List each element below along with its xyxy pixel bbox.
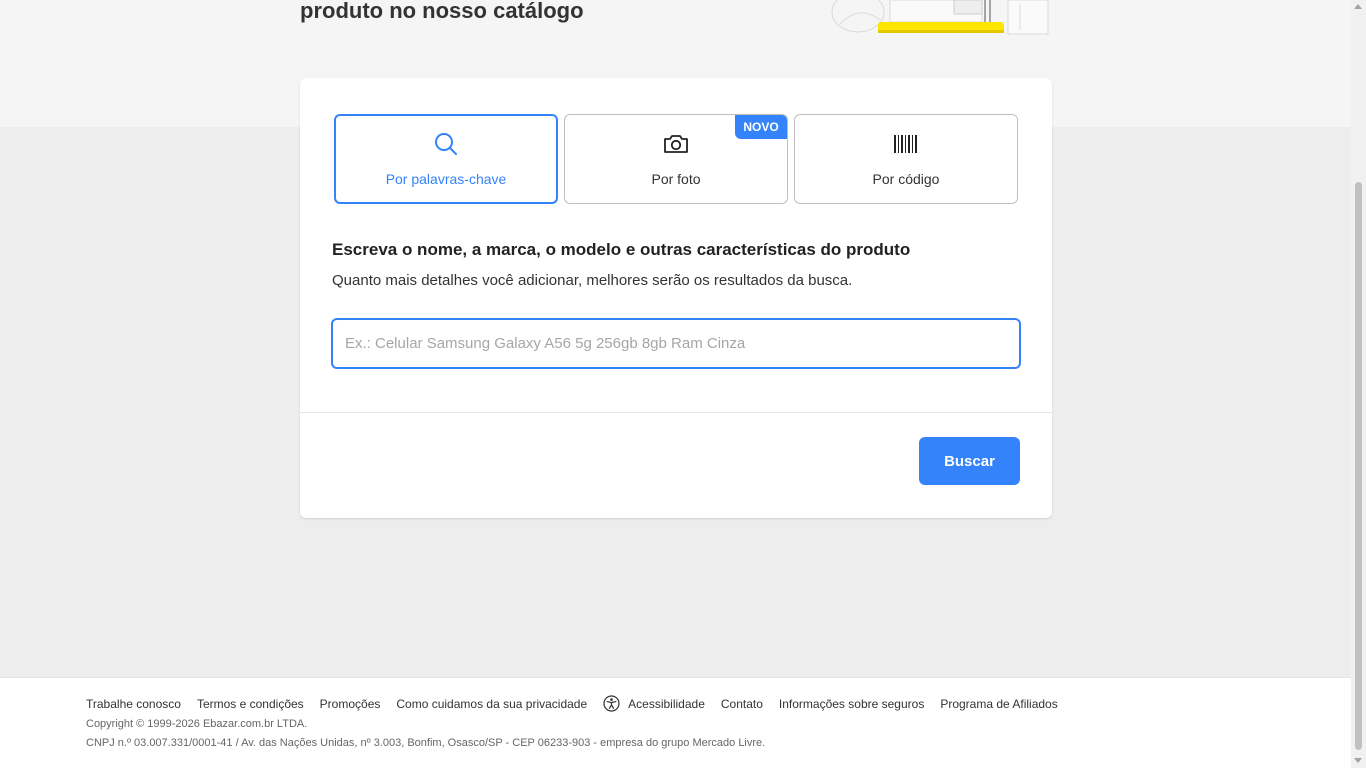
footer-link-contato[interactable]: Contato <box>721 697 763 711</box>
new-badge: NOVO <box>735 115 787 139</box>
footer-link-trabalhe-conosco[interactable]: Trabalhe conosco <box>86 697 181 711</box>
divider <box>300 412 1052 413</box>
footer-link-acessibilidade[interactable]: Acessibilidade <box>603 695 705 712</box>
company-address: CNPJ n.º 03.007.331/0001-41 / Av. das Na… <box>86 737 766 749</box>
option-barcode-label: Por código <box>872 171 940 187</box>
accessibility-icon <box>603 695 620 712</box>
option-photo-label: Por foto <box>651 171 701 187</box>
option-keywords[interactable]: Por palavras-chave <box>334 114 558 204</box>
barcode-icon <box>893 131 919 157</box>
scroll-up-arrow-icon[interactable] <box>1354 4 1362 9</box>
option-photo[interactable]: NOVO Por foto <box>564 114 788 204</box>
footer-link-termos[interactable]: Termos e condições <box>197 697 304 711</box>
copyright-text: Copyright © 1999-2026 Ebazar.com.br LTDA… <box>86 718 308 730</box>
footer: Trabalhe conosco Termos e condições Prom… <box>0 677 1351 768</box>
form-subheading: Quanto mais detalhes você adicionar, mel… <box>332 272 853 289</box>
search-icon <box>433 131 459 157</box>
footer-links: Trabalhe conosco Termos e condições Prom… <box>86 695 1074 712</box>
form-heading: Escreva o nome, a marca, o modelo e outr… <box>332 240 911 259</box>
option-barcode[interactable]: Por código <box>794 114 1018 204</box>
catalog-illustration <box>831 0 1049 35</box>
search-card: Por palavras-chave NOVO Por foto Por cód… <box>300 78 1052 518</box>
footer-link-afiliados[interactable]: Programa de Afiliados <box>940 697 1057 711</box>
camera-icon <box>663 131 689 157</box>
product-search-input[interactable] <box>331 318 1021 369</box>
page-title: produto no nosso catálogo <box>300 0 584 23</box>
footer-link-acessibilidade-label: Acessibilidade <box>628 696 705 711</box>
scrollbar-thumb[interactable] <box>1355 182 1362 750</box>
search-button[interactable]: Buscar <box>919 437 1020 485</box>
option-keywords-label: Por palavras-chave <box>385 171 507 187</box>
footer-link-seguros[interactable]: Informações sobre seguros <box>779 697 924 711</box>
footer-link-promocoes[interactable]: Promoções <box>320 697 381 711</box>
vertical-scrollbar[interactable] <box>1351 0 1366 768</box>
scroll-down-arrow-icon[interactable] <box>1354 758 1362 763</box>
footer-link-privacidade[interactable]: Como cuidamos da sua privacidade <box>396 697 587 711</box>
